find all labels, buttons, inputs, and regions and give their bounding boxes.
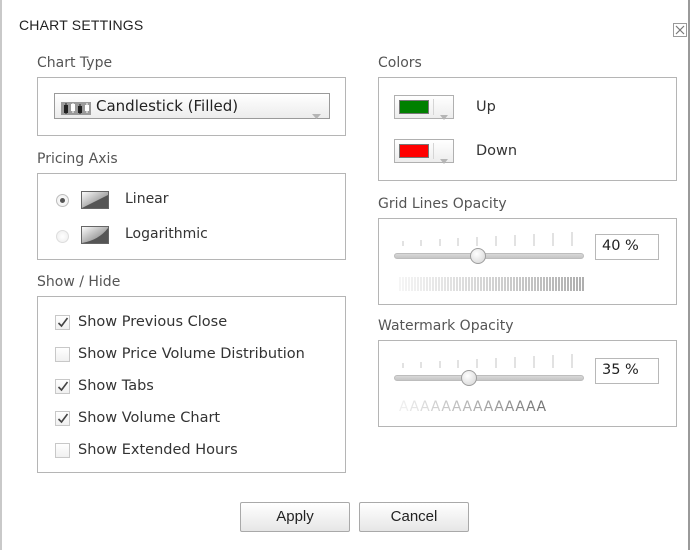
linear-label: Linear	[125, 191, 169, 207]
chart-type-label: Chart Type	[37, 55, 113, 71]
down-color-swatch	[399, 144, 429, 158]
show-previous-close-checkbox[interactable]	[55, 315, 70, 330]
up-color-label: Up	[476, 99, 496, 115]
watermark-preview-letter: A	[504, 399, 515, 415]
show-volume-chart-label: Show Volume Chart	[78, 410, 221, 426]
pricing-axis-panel: Linear Logarithmic	[37, 173, 346, 260]
watermark-preview-letter: A	[462, 399, 473, 415]
colors-panel: Up Down	[378, 77, 677, 181]
logarithmic-axis-icon	[81, 226, 109, 248]
logarithmic-radio[interactable]	[56, 230, 69, 243]
down-color-label: Down	[476, 143, 518, 159]
chart-type-value: Candlestick (Filled)	[96, 97, 239, 115]
watermark-opacity-panel: 35 % AAAAAAAAAAAAAA	[378, 340, 677, 427]
watermark-preview-letter: A	[494, 399, 504, 415]
logarithmic-label: Logarithmic	[125, 226, 208, 242]
up-color-swatch	[399, 100, 429, 114]
chevron-down-icon	[440, 149, 448, 168]
watermark-preview-letter: A	[430, 399, 441, 415]
watermark-preview-letter: A	[515, 399, 525, 415]
show-extended-hours-label: Show Extended Hours	[78, 442, 238, 458]
down-color-picker[interactable]	[394, 139, 454, 164]
watermark-preview-letter: A	[536, 399, 547, 415]
show-volume-chart-checkbox[interactable]	[55, 411, 70, 426]
show-hide-label: Show / Hide	[37, 274, 121, 290]
chart-type-select[interactable]: Candlestick (Filled)	[54, 93, 330, 119]
divider	[433, 99, 434, 115]
grid-lines-opacity-track[interactable]	[394, 253, 584, 259]
show-hide-panel: Show Previous Close Show Price Volume Di…	[37, 296, 346, 473]
grid-lines-opacity-input[interactable]: 40 %	[595, 234, 659, 260]
grid-lines-opacity-label: Grid Lines Opacity	[378, 196, 507, 212]
linear-axis-icon	[81, 191, 109, 213]
apply-button[interactable]: Apply	[240, 502, 350, 532]
close-icon[interactable]	[673, 23, 687, 37]
watermark-preview-letter: A	[525, 399, 536, 415]
show-extended-hours-checkbox[interactable]	[55, 443, 70, 458]
watermark-opacity-label: Watermark Opacity	[378, 318, 514, 334]
slider-ticks	[402, 232, 573, 246]
watermark-opacity-slider-handle[interactable]	[460, 370, 477, 386]
watermark-preview-letter: A	[483, 399, 494, 415]
slider-ticks	[402, 354, 573, 368]
colors-label: Colors	[378, 55, 422, 71]
grid-lines-preview	[399, 277, 584, 291]
watermark-preview-letter: A	[451, 399, 462, 415]
pricing-axis-label: Pricing Axis	[37, 151, 118, 167]
show-price-volume-distribution-label: Show Price Volume Distribution	[78, 346, 305, 362]
watermark-opacity-input[interactable]: 35 %	[595, 358, 659, 384]
chevron-down-icon	[312, 104, 321, 123]
watermark-preview: AAAAAAAAAAAAAA	[399, 396, 547, 415]
watermark-preview-letter: A	[473, 399, 483, 415]
watermark-preview-letter: A	[420, 399, 430, 415]
up-color-picker[interactable]	[394, 95, 454, 120]
chevron-down-icon	[440, 105, 448, 124]
divider	[433, 143, 434, 159]
cancel-button[interactable]: Cancel	[359, 502, 469, 532]
watermark-preview-letter: A	[441, 399, 451, 415]
chart-settings-dialog: CHART SETTINGS Chart Type Candlestick (F…	[0, 0, 690, 550]
show-tabs-label: Show Tabs	[78, 378, 154, 394]
grid-lines-opacity-panel: 40 %	[378, 218, 677, 305]
watermark-preview-letter: A	[399, 399, 409, 415]
chart-type-panel: Candlestick (Filled)	[37, 77, 346, 136]
show-tabs-checkbox[interactable]	[55, 379, 70, 394]
linear-radio[interactable]	[56, 194, 69, 207]
dialog-title: CHART SETTINGS	[19, 17, 144, 33]
watermark-preview-letter: A	[409, 399, 420, 415]
show-price-volume-distribution-checkbox[interactable]	[55, 347, 70, 362]
candlestick-icon	[61, 100, 91, 119]
grid-lines-opacity-slider-handle[interactable]	[470, 248, 486, 264]
watermark-opacity-track[interactable]	[394, 375, 584, 381]
show-previous-close-label: Show Previous Close	[78, 314, 228, 330]
